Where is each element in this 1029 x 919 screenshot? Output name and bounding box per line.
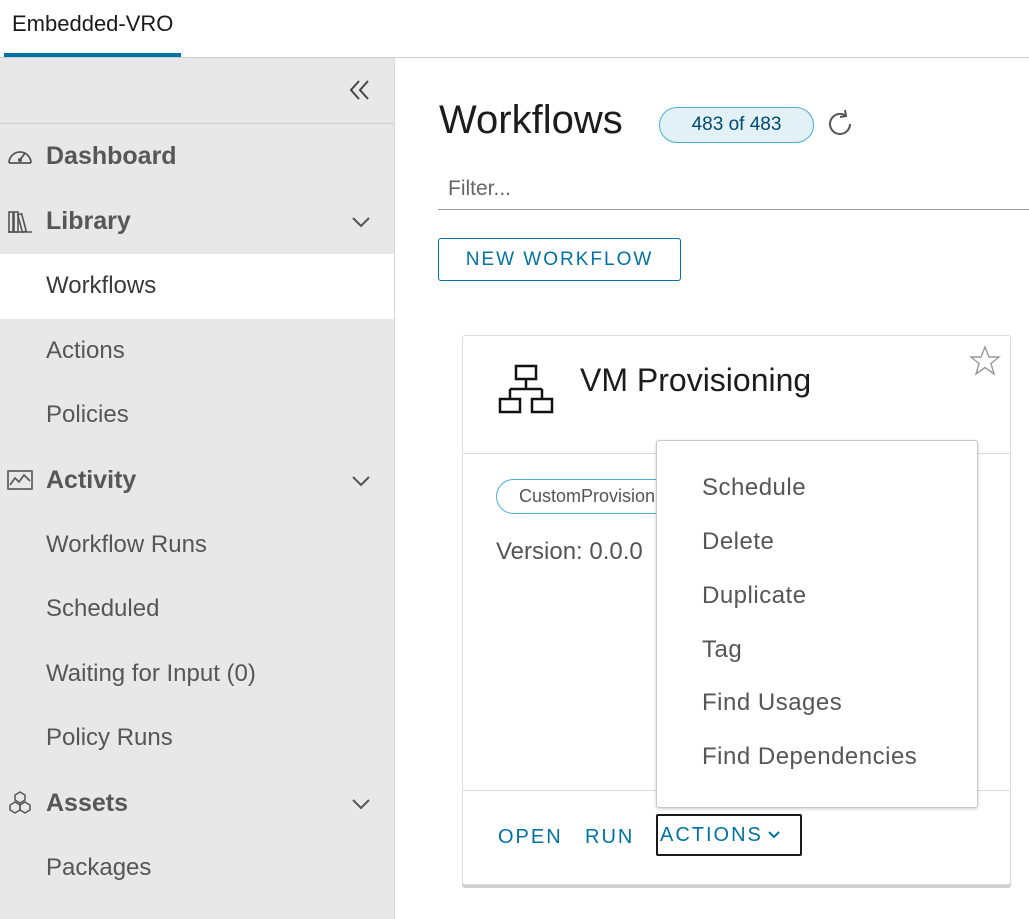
sidebar: Dashboard Library Workflows Actions Poli… — [0, 58, 395, 919]
sidebar-item-actions[interactable]: Actions — [0, 319, 394, 384]
sidebar-item-workflow-runs[interactable]: Workflow Runs — [0, 513, 394, 578]
assets-icon — [6, 789, 34, 817]
sidebar-item-waiting-for-input[interactable]: Waiting for Input (0) — [0, 642, 394, 707]
new-workflow-button[interactable]: NEW WORKFLOW — [438, 238, 681, 281]
sidebar-group-label: Assets — [46, 788, 128, 817]
menu-item-delete[interactable]: Delete — [702, 528, 774, 556]
tab-label: Embedded-VRO — [12, 11, 174, 36]
library-icon — [6, 208, 34, 236]
sidebar-collapse-row — [0, 58, 394, 124]
sidebar-group-label: Library — [46, 207, 131, 235]
sidebar-group-activity[interactable]: Activity — [0, 448, 394, 513]
sidebar-item-workflows[interactable]: Workflows — [0, 254, 394, 319]
chevron-down-icon — [768, 831, 780, 839]
main-content: Workflows 483 of 483 NEW WORKFLOW VM Pro… — [396, 58, 1029, 919]
card-title: VM Provisioning — [580, 362, 812, 398]
star-icon[interactable] — [968, 344, 1002, 378]
count-badge: 483 of 483 — [659, 107, 814, 143]
activity-icon — [6, 466, 34, 494]
actions-label: ACTIONS — [660, 823, 763, 846]
menu-item-schedule[interactable]: Schedule — [702, 474, 806, 502]
menu-item-duplicate[interactable]: Duplicate — [702, 582, 807, 610]
menu-item-tag[interactable]: Tag — [702, 636, 742, 664]
actions-dropdown-button[interactable]: ACTIONS — [656, 814, 802, 856]
run-button[interactable]: RUN — [585, 826, 634, 849]
sidebar-item-policies[interactable]: Policies — [0, 383, 394, 448]
sidebar-group-assets[interactable]: Assets — [0, 771, 394, 836]
filter-input[interactable] — [438, 168, 1029, 210]
dashboard-icon — [6, 143, 34, 171]
refresh-icon[interactable] — [824, 108, 856, 140]
sidebar-group-library[interactable]: Library — [0, 189, 394, 254]
chevron-down-icon[interactable] — [350, 793, 372, 815]
version-label: Version: 0.0.0 — [496, 538, 643, 565]
tab-embedded-vro[interactable]: Embedded-VRO — [4, 0, 182, 58]
page-title: Workflows — [439, 98, 623, 142]
active-tab-indicator — [4, 53, 182, 57]
sidebar-item-policy-runs[interactable]: Policy Runs — [0, 706, 394, 771]
collapse-sidebar-icon[interactable] — [348, 78, 372, 102]
sidebar-item-packages[interactable]: Packages — [0, 836, 394, 901]
card-header: VM Provisioning — [463, 336, 1010, 454]
sidebar-group-dashboard[interactable]: Dashboard — [0, 124, 394, 189]
top-tab-bar: Embedded-VRO — [0, 0, 1029, 58]
actions-dropdown-menu: Schedule Delete Duplicate Tag Find Usage… — [656, 440, 978, 808]
workflow-icon — [498, 364, 554, 414]
menu-item-find-usages[interactable]: Find Usages — [702, 689, 842, 717]
sidebar-item-scheduled[interactable]: Scheduled — [0, 577, 394, 642]
sidebar-group-label: Activity — [46, 465, 137, 494]
open-button[interactable]: OPEN — [498, 826, 563, 849]
chevron-down-icon[interactable] — [350, 470, 372, 492]
sidebar-group-label: Dashboard — [46, 142, 177, 170]
menu-item-find-dependencies[interactable]: Find Dependencies — [702, 743, 917, 771]
chevron-down-icon[interactable] — [350, 211, 372, 233]
